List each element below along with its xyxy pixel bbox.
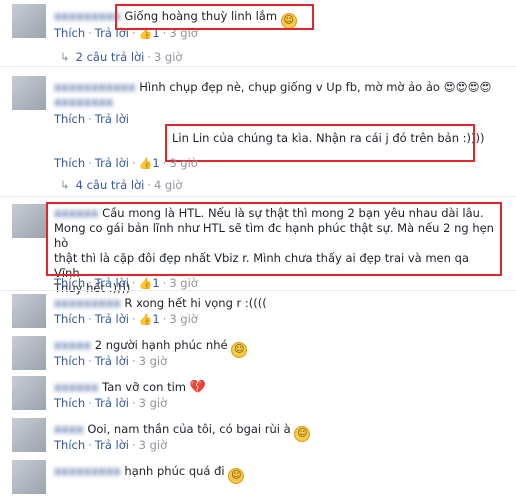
reply-button[interactable]: Trả lời [95, 112, 129, 126]
like-count[interactable]: 1 [152, 156, 159, 170]
author-name[interactable]: xxxxxxxxx [54, 296, 121, 310]
comment-text: xxxxxxxxxxx Hình chụp đẹp nè, chụp giống… [54, 80, 492, 95]
comment-body: 2 người hạnh phúc nhé [94, 338, 228, 352]
reply-button[interactable]: Trả lời [95, 156, 129, 170]
heart-eyes-emoji-icon: 😍😍😍😍 [443, 80, 492, 94]
reply-button[interactable]: Trả lời [95, 354, 129, 368]
comment-actions: Thích · Trả lời · 3 giờ [54, 438, 168, 452]
comment-body: Hình chụp đẹp nè, chụp giống v Up fb, mờ… [139, 80, 440, 94]
like-button[interactable]: Thích [54, 26, 85, 40]
like-button[interactable]: Thích [54, 438, 85, 452]
like-button[interactable]: Thích [54, 112, 85, 126]
like-button[interactable]: Thích [54, 156, 85, 170]
author-name[interactable]: xxxx [54, 422, 84, 436]
comment-body: hạnh phúc quá đi [124, 464, 225, 478]
like-count-icon: 👍 [138, 277, 153, 290]
comment-actions: Thích · Trả lời · 3 giờ [54, 396, 168, 410]
timestamp[interactable]: 3 giờ [169, 156, 198, 170]
author-name[interactable]: xxxxx [54, 338, 91, 352]
avatar[interactable] [12, 418, 46, 452]
like-count-icon: 👍 [138, 313, 153, 326]
highlight-box [165, 124, 475, 162]
reply-button[interactable]: Trả lời [95, 396, 129, 410]
view-replies[interactable]: ↳ 2 câu trả lời · 3 giờ [60, 50, 182, 64]
author-name[interactable]: xxxxxx [54, 380, 99, 394]
like-button[interactable]: Thích [54, 276, 85, 290]
avatar[interactable] [12, 376, 46, 410]
avatar[interactable] [12, 204, 46, 238]
reply-arrow-icon: ↳ [60, 178, 70, 192]
reply-arrow-icon: ↳ [60, 50, 70, 64]
like-button[interactable]: Thích [54, 396, 85, 410]
smile-emoji-icon: ☺ [231, 342, 248, 358]
like-button[interactable]: Thích [54, 312, 85, 326]
avatar[interactable] [12, 294, 46, 328]
smile-emoji-icon: ☺ [228, 468, 245, 484]
highlight-box [115, 4, 314, 30]
highlight-box [46, 202, 502, 276]
comment-text: xxxxxx Tan vỡ con tim 💔 [54, 380, 206, 395]
comment-actions: Thích · Trả lời · 👍1 · 3 giờ [54, 312, 198, 326]
avatar[interactable] [12, 4, 46, 38]
author-name[interactable]: xxxxxxxxx [54, 9, 121, 23]
comment-text: xxxxxxxxx R xong hết hi vọng r :(((( [54, 296, 267, 311]
divider [0, 196, 516, 197]
comment-actions: Thích · Trả lời · 👍1 · 3 giờ [54, 276, 198, 290]
reply-button[interactable]: Trả lời [95, 276, 129, 290]
broken-heart-icon: 💔 [189, 380, 206, 395]
divider [0, 66, 516, 67]
view-replies[interactable]: ↳ 4 câu trả lời · 4 giờ [60, 178, 182, 192]
author-name[interactable]: xxxxxxxxx [54, 464, 121, 478]
reply-button[interactable]: Trả lời [95, 312, 129, 326]
like-count[interactable]: 1 [152, 276, 159, 290]
comment-actions: Thích · Trả lời · 3 giờ [54, 354, 168, 368]
timestamp[interactable]: 3 giờ [139, 438, 168, 452]
author-name[interactable]: xxxxxxxxxxx [54, 80, 136, 94]
avatar[interactable] [12, 336, 46, 370]
timestamp[interactable]: 3 giờ [169, 276, 198, 290]
reply-button[interactable]: Trả lời [95, 438, 129, 452]
timestamp[interactable]: 3 giờ [139, 396, 168, 410]
comment-body: Tan vỡ con tim [102, 380, 186, 394]
like-count[interactable]: 1 [152, 312, 159, 326]
comment-actions: Thích · Trả lời [54, 112, 129, 126]
comment-body: Ooi, nam thần của tôi, có bgai rùi à [87, 422, 291, 436]
timestamp[interactable]: 3 giờ [169, 312, 198, 326]
avatar[interactable] [12, 76, 46, 110]
author-name-line2: xxxxxxxx [54, 95, 114, 109]
avatar[interactable] [12, 460, 46, 494]
comment-text: xxxxxxxxx hạnh phúc quá đi ☺ [54, 464, 245, 484]
comment-body: R xong hết hi vọng r :(((( [124, 296, 267, 310]
comment-actions: Thích · Trả lời · 👍1 · 3 giờ [54, 156, 198, 170]
timestamp[interactable]: 3 giờ [139, 354, 168, 368]
like-count-icon: 👍 [138, 157, 153, 170]
like-button[interactable]: Thích [54, 354, 85, 368]
divider [0, 290, 516, 291]
smile-emoji-icon: ☺ [294, 426, 311, 442]
